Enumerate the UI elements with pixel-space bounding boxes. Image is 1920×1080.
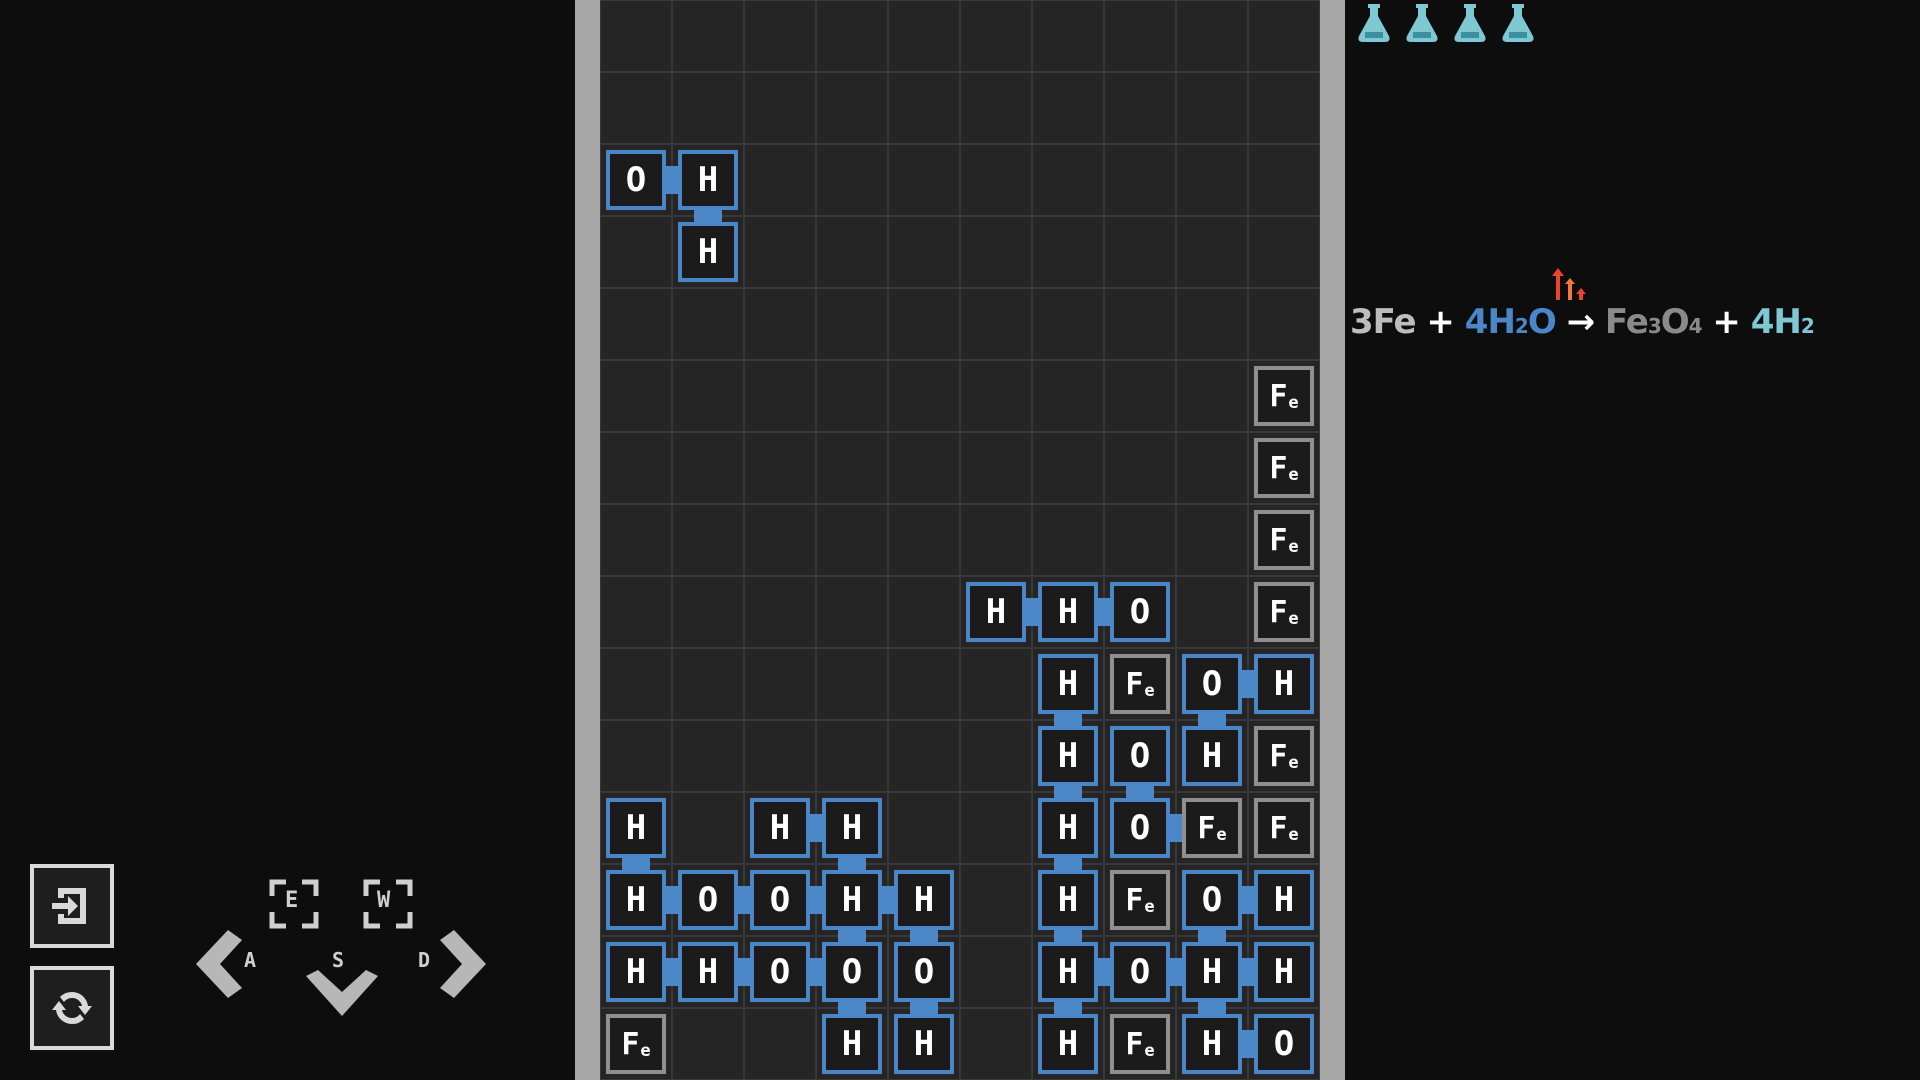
product-fe: Fe [1604,302,1649,342]
plus-sign: + [1415,302,1465,342]
atom-h: H [606,870,666,930]
atom-fe: Fe [606,1014,666,1074]
key-a-label: A [244,948,257,972]
atom-o: O [1182,654,1242,714]
key-s-label: S [332,948,345,972]
key-w-label: W [377,888,391,913]
atom-h: H [750,798,810,858]
plus-sign: + [1701,302,1751,342]
chevron-right-icon [440,930,486,998]
product-o: O [1660,302,1690,342]
atom-h: H [1254,870,1314,930]
atom-o: O [894,942,954,1002]
atom-h: H [822,798,882,858]
atom-o: O [1110,798,1170,858]
atom-fe: Fe [1254,510,1314,570]
rotate-e-control[interactable]: E [264,874,324,934]
atom-fe: Fe [1254,798,1314,858]
atom-h: H [822,1014,882,1074]
atom-fe: Fe [1110,654,1170,714]
atom-o: O [1110,942,1170,1002]
game-board[interactable]: OHHFeFeFeHHOFeHFeOHHOHFeHHHHOFeFeHOOHHHF… [600,0,1320,1080]
flask-icon [1452,2,1488,44]
atom-h: H [1182,1014,1242,1074]
reactant-water-o: O [1527,302,1557,342]
product-fe-sub: 3 [1647,314,1662,338]
atom-h: H [1182,942,1242,1002]
atom-o: O [1110,726,1170,786]
flask-icon [1356,2,1392,44]
coef-hydrogen: 4 [1750,302,1775,342]
atom-o: O [678,870,738,930]
exit-button[interactable] [30,864,114,948]
reaction-equation: 3Fe + 4H2O → Fe3O4 + 4H2 [1350,302,1815,346]
reaction-arrow: → [1555,302,1605,342]
active-atom-o[interactable]: O [606,150,666,210]
atom-h: H [1038,870,1098,930]
chevron-down-icon [306,970,378,1016]
atom-h: H [1038,582,1098,642]
move-down-control[interactable]: S [302,948,382,1020]
atom-fe: Fe [1254,582,1314,642]
atom-fe: Fe [1254,726,1314,786]
atom-h: H [1182,726,1242,786]
product-o-sub: 4 [1688,314,1703,338]
refresh-icon [52,991,92,1025]
atom-fe: Fe [1110,1014,1170,1074]
atom-o: O [750,870,810,930]
reactant-water-h: H [1487,302,1515,342]
key-e-label: E [285,888,299,913]
move-right-control[interactable]: D [412,926,488,1002]
product-hydrogen: H [1773,302,1801,342]
reactant-water-sub: 2 [1514,314,1529,338]
atom-fe: Fe [1110,870,1170,930]
atom-h: H [606,942,666,1002]
key-d-label: D [418,948,431,972]
flask-icon [1500,2,1536,44]
atom-h: H [966,582,1026,642]
atom-h: H [678,942,738,1002]
atom-o: O [1254,1014,1314,1074]
chevron-left-icon [196,930,242,998]
exit-icon [52,888,86,924]
atom-h: H [894,1014,954,1074]
active-atom-h[interactable]: H [678,222,738,282]
atom-h: H [1038,798,1098,858]
atom-o: O [822,942,882,1002]
atom-h: H [1038,1014,1098,1074]
atom-h: H [1254,654,1314,714]
atom-h: H [1254,942,1314,1002]
atom-fe: Fe [1254,438,1314,498]
flask-icon [1404,2,1440,44]
atom-o: O [750,942,810,1002]
atom-o: O [1110,582,1170,642]
active-atom-h[interactable]: H [678,150,738,210]
product-hydrogen-sub: 2 [1800,314,1815,338]
atom-o: O [1182,870,1242,930]
atom-h: H [1038,726,1098,786]
atom-h: H [822,870,882,930]
coef-water: 4 [1464,302,1489,342]
atom-fe: Fe [1254,366,1314,426]
coef-fe: 3 [1350,302,1374,342]
atom-h: H [1038,654,1098,714]
atom-h: H [894,870,954,930]
rotate-w-control[interactable]: W [358,874,418,934]
move-left-control[interactable]: A [194,926,266,1002]
atom-h: H [606,798,666,858]
restart-button[interactable] [30,966,114,1050]
atom-h: H [1038,942,1098,1002]
reactant-fe: Fe [1372,302,1417,342]
atom-fe: Fe [1182,798,1242,858]
